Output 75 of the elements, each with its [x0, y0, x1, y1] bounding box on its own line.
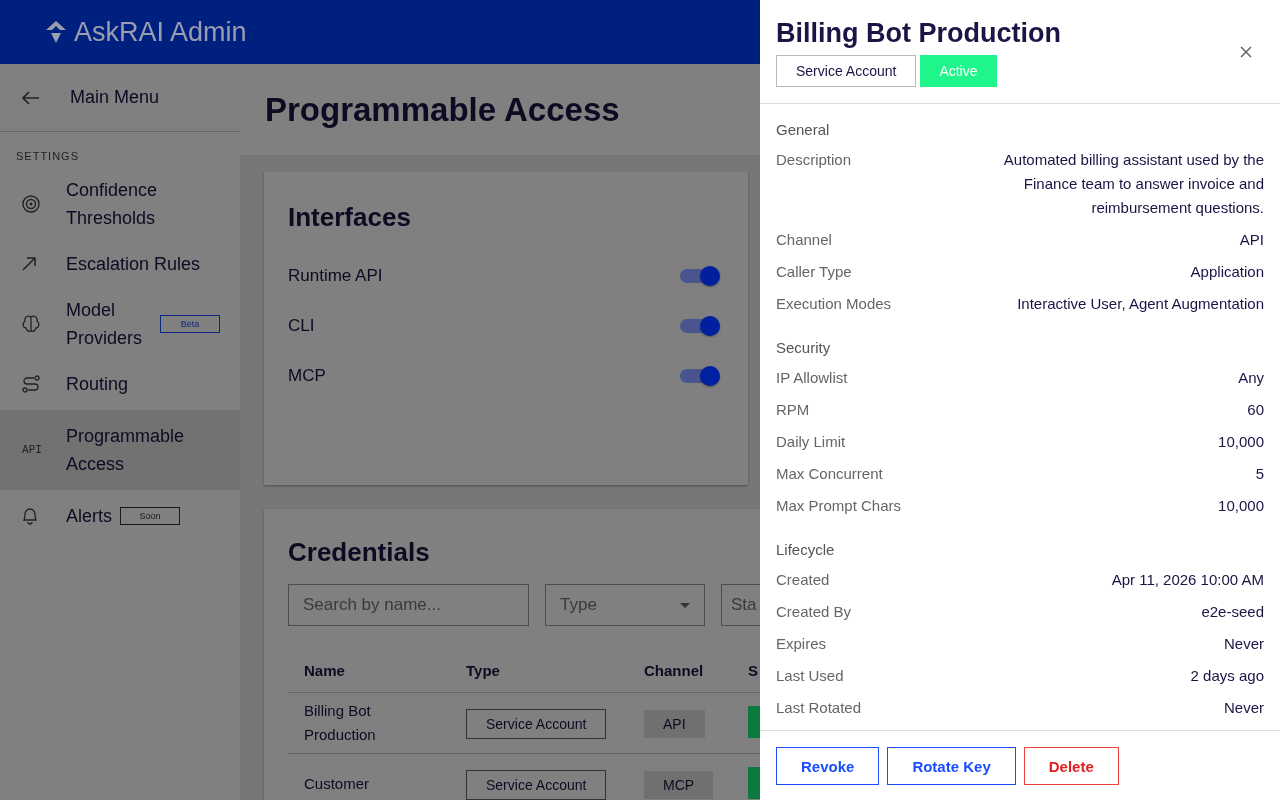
type-tag: Service Account	[466, 769, 607, 800]
card-title: Interfaces	[288, 202, 412, 233]
field-value: 10,000	[1218, 496, 1264, 516]
table-cell-text: Billing Bot Production	[304, 701, 377, 745]
brain-icon	[22, 315, 40, 333]
channel-tag: MCP	[644, 770, 714, 799]
field-label: Description	[776, 150, 852, 170]
column-header: S	[748, 661, 759, 679]
field-label: Daily Limit	[776, 432, 846, 452]
column-header: Name	[304, 661, 346, 679]
drawer-title: Billing Bot Production	[776, 18, 1061, 49]
field-label: Created	[776, 570, 830, 590]
target-icon	[22, 195, 40, 213]
field-value: Any	[1238, 368, 1264, 388]
action-button[interactable]: Rotate Key	[887, 747, 1016, 785]
section-title: Lifecycle	[776, 540, 836, 560]
sidebar-item[interactable]: Model Providers Beta	[0, 290, 240, 358]
action-button[interactable]: Revoke	[776, 747, 880, 785]
close-icon[interactable]	[1240, 46, 1252, 58]
field-label: Caller Type	[776, 262, 852, 282]
field-label: Last Rotated	[776, 698, 862, 718]
field-value: Never	[1224, 634, 1264, 654]
search-field[interactable]: Search by name...	[288, 584, 529, 626]
field-label: RPM	[776, 400, 810, 420]
sidebar-item[interactable]: Alerts Soon	[0, 490, 240, 542]
sidebar-item[interactable]: Confidence Thresholds	[0, 170, 240, 238]
table-cell-text: Customer	[304, 774, 371, 794]
type-tag: Service Account	[466, 708, 607, 739]
diagonal-arrow-icon	[22, 257, 36, 271]
sidebar-item[interactable]: API Programmable Access	[0, 410, 240, 490]
app-title: AskRAI Admin	[74, 16, 247, 48]
interface-label: MCP	[288, 366, 326, 386]
interface-label: CLI	[288, 316, 315, 336]
section-label: SETTINGS	[15, 149, 80, 164]
delete-button[interactable]: Delete	[1023, 747, 1119, 785]
sidebar-item[interactable]: Routing	[0, 358, 240, 410]
field-value: 10,000	[1218, 432, 1264, 452]
field-value: 5	[1255, 464, 1264, 484]
caret-icon	[680, 602, 690, 608]
field-value: Interactive User, Agent Augmentation	[1017, 294, 1264, 314]
page-title: Programmable Access	[265, 90, 620, 129]
type-tag: Service Account	[776, 55, 917, 87]
field-value: Never	[1224, 698, 1264, 718]
field-value: Automated billing assistant used by the Finance team to answer invoice and reimbursement questions.	[1002, 150, 1264, 218]
field-value: 2 days ago	[1190, 666, 1264, 686]
field-label: Max Prompt Chars	[776, 496, 902, 516]
sidebar-item[interactable]: Escalation Rules	[0, 238, 240, 290]
type-dropdown[interactable]: Type	[545, 584, 705, 626]
field-value: Apr 11, 2026 10:00 AM	[1111, 570, 1264, 590]
back-arrow-icon	[22, 90, 40, 105]
field-label: Max Concurrent	[776, 464, 883, 484]
bell-icon	[22, 507, 38, 525]
status-tag: Soon	[120, 507, 180, 525]
logo-icon	[44, 21, 68, 43]
field-value: Application	[1190, 262, 1264, 282]
status-tag: Beta	[160, 315, 220, 333]
field-label: Created By	[776, 602, 852, 622]
field-value: API	[1239, 230, 1264, 250]
card-title: Credentials	[288, 537, 431, 568]
field-label: Last Used	[776, 666, 844, 686]
route-icon	[22, 375, 40, 393]
field-label: Execution Modes	[776, 294, 892, 314]
interface-label: Runtime API	[288, 266, 383, 286]
api-icon: API	[22, 436, 42, 464]
field-value: e2e-seed	[1201, 602, 1264, 622]
field-label: Channel	[776, 230, 832, 250]
column-header: Type	[466, 661, 501, 679]
channel-tag: API	[644, 709, 705, 738]
field-label: Expires	[776, 634, 827, 654]
field-value: 60	[1247, 400, 1264, 420]
status-tag: Active	[920, 55, 997, 87]
section-title: Security	[776, 338, 832, 358]
section-title: General	[776, 120, 831, 140]
field-label: IP Allowlist	[776, 368, 848, 388]
column-header: Channel	[644, 661, 705, 679]
